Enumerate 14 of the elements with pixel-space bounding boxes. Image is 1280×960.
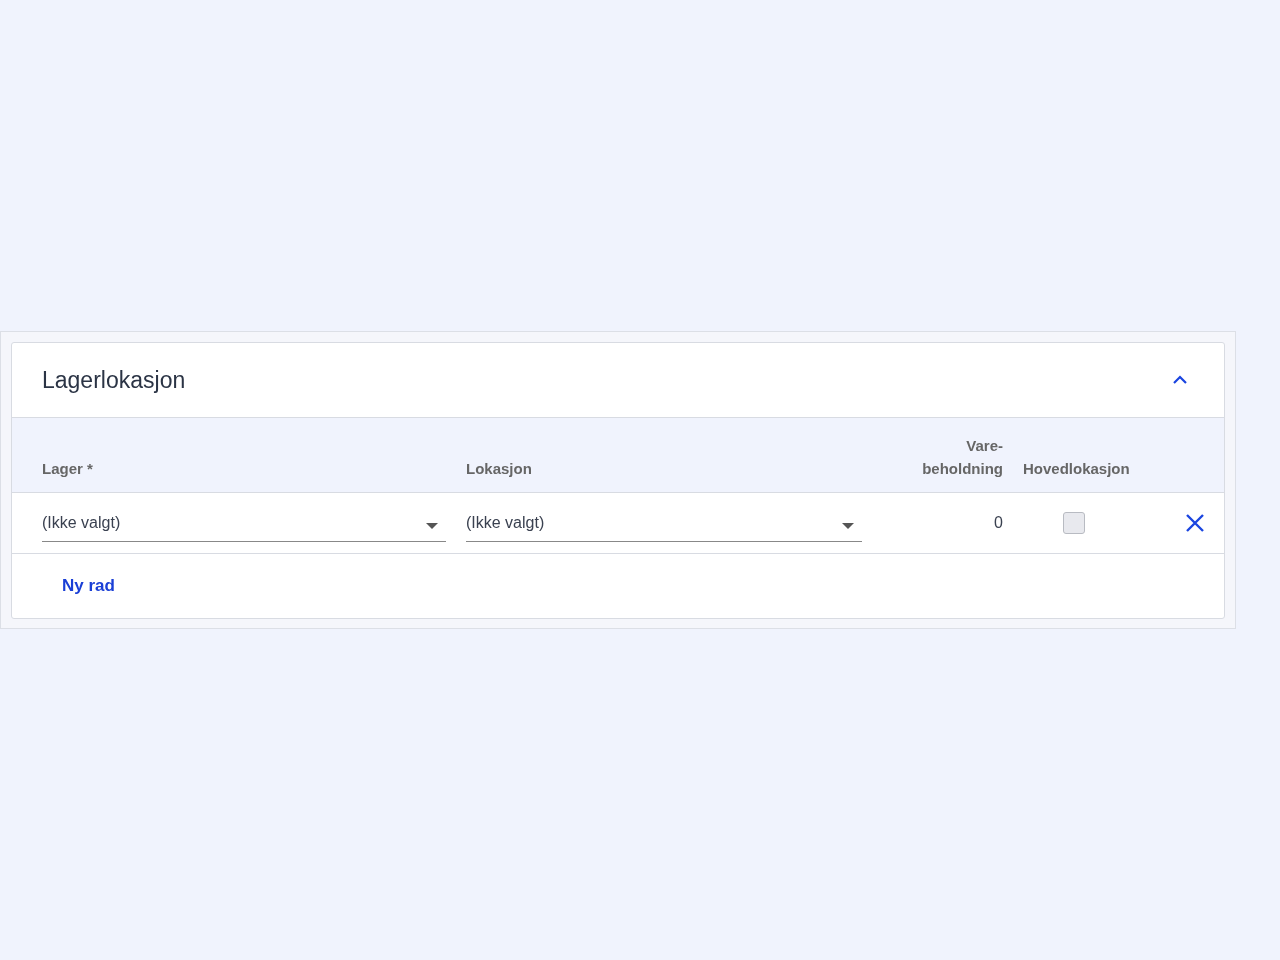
- caret-icon: [426, 522, 438, 529]
- column-header: Lager *: [42, 459, 94, 479]
- section-title: Lagerlokasjon: [42, 366, 186, 394]
- close-icon[interactable]: [1186, 514, 1204, 532]
- column-header: Lokasjon: [466, 459, 533, 479]
- main-location-checkbox[interactable]: [1062, 512, 1085, 534]
- add-row-link[interactable]: Ny rad: [62, 576, 115, 596]
- collapse-icon[interactable]: [1172, 375, 1188, 385]
- stock-value: 0: [993, 514, 1003, 532]
- location-select[interactable]: (Ikke valgt): [466, 504, 862, 542]
- caret-icon: [842, 522, 854, 529]
- warehouse-select[interactable]: (Ikke valgt): [42, 504, 446, 542]
- column-header: Vare-beholdning: [921, 436, 1003, 479]
- column-header: Hovedlokasjon: [1023, 459, 1131, 479]
